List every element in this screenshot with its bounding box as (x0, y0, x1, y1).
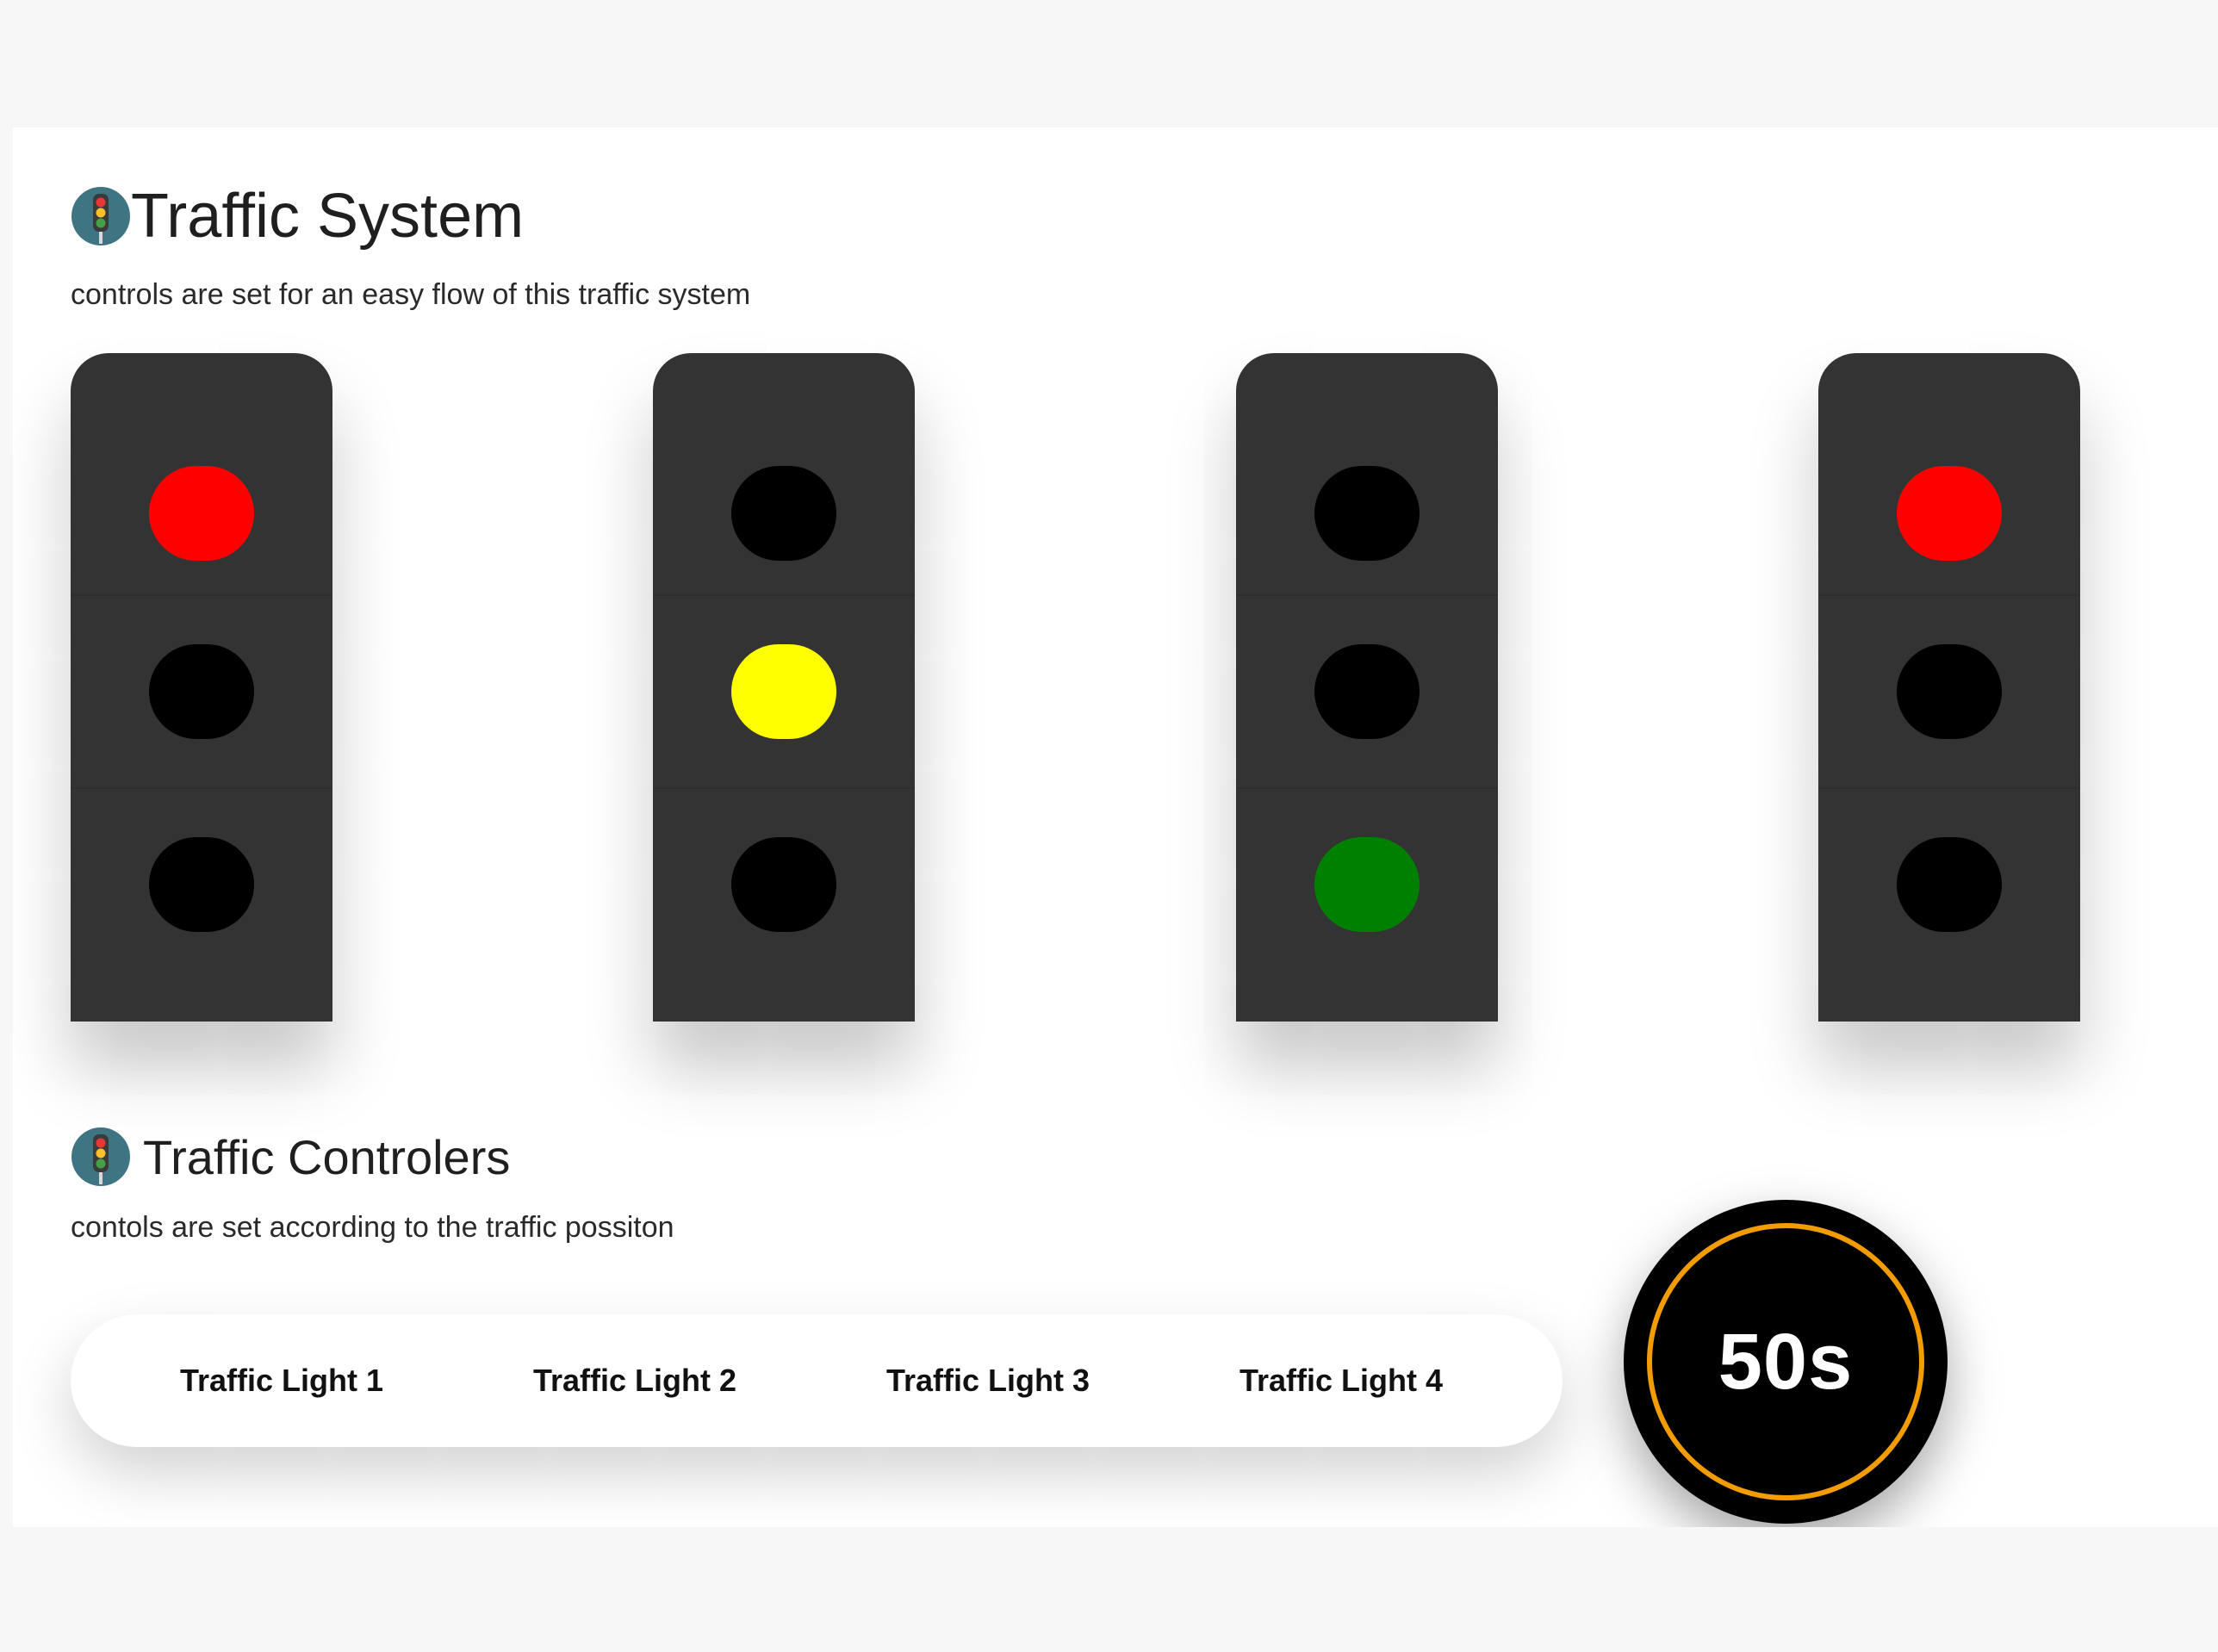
traffic-light-icon (71, 186, 131, 246)
traffic-light-2 (653, 353, 915, 1022)
traffic-light-1 (71, 353, 332, 1022)
green-lamp (731, 837, 836, 932)
green-lamp (149, 837, 254, 932)
yellow-lamp (731, 644, 836, 739)
page-title: Traffic System (131, 182, 525, 251)
traffic-system-heading: Traffic System (71, 177, 524, 255)
yellow-lamp (149, 644, 254, 739)
traffic-light-4-button[interactable]: Traffic Light 4 (1216, 1314, 1466, 1447)
traffic-light-1-button[interactable]: Traffic Light 1 (157, 1314, 407, 1447)
red-lamp (1897, 466, 2002, 561)
red-lamp (731, 466, 836, 561)
countdown-timer: 50s (1624, 1200, 1948, 1524)
traffic-light-3 (1236, 353, 1498, 1022)
traffic-light-3-button[interactable]: Traffic Light 3 (863, 1314, 1113, 1447)
red-lamp (149, 466, 254, 561)
yellow-lamp (1314, 644, 1420, 739)
yellow-lamp (1897, 644, 2002, 739)
traffic-light-icon (71, 1127, 131, 1187)
green-lamp (1897, 837, 2002, 932)
traffic-controllers-heading: Traffic Controlers (71, 1122, 510, 1191)
red-lamp (1314, 466, 1420, 561)
timer-value: 50s (1718, 1317, 1854, 1406)
controller-bar: Traffic Light 1 Traffic Light 2 Traffic … (71, 1314, 1563, 1447)
traffic-light-2-button[interactable]: Traffic Light 2 (510, 1314, 760, 1447)
section-title: Traffic Controlers (143, 1129, 511, 1184)
system-subtitle: controls are set for an easy flow of thi… (71, 278, 751, 311)
controllers-subtitle: contols are set according to the traffic… (71, 1211, 674, 1244)
main-panel: Traffic System controls are set for an e… (13, 127, 2218, 1527)
traffic-light-4 (1818, 353, 2080, 1022)
green-lamp (1314, 837, 1420, 932)
